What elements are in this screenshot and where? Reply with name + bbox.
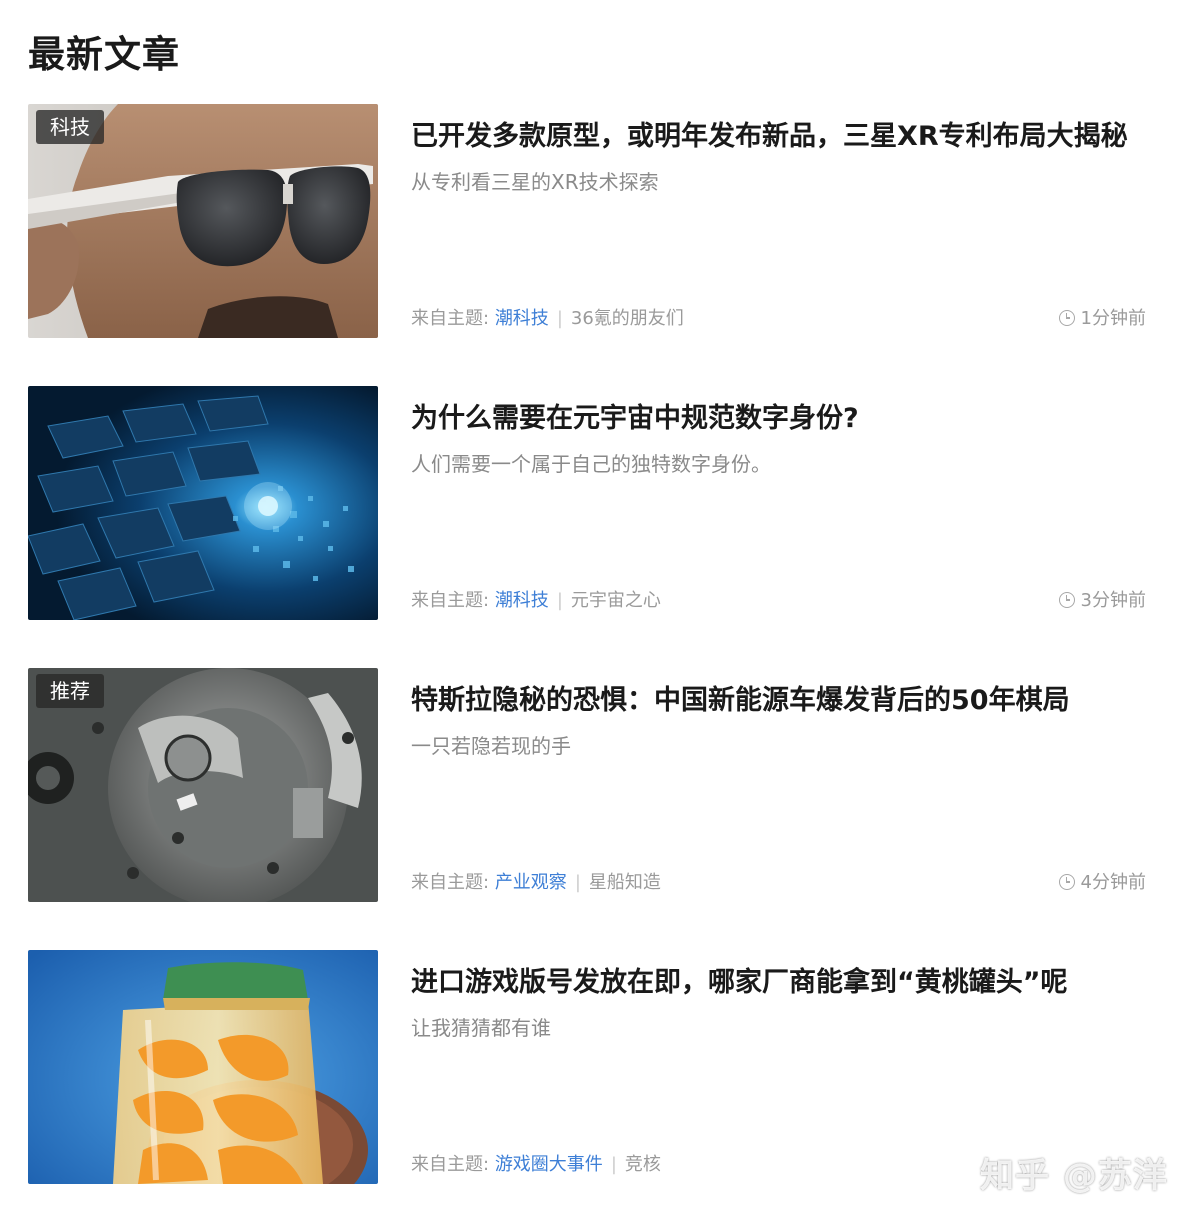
article-thumbnail[interactable]	[28, 950, 378, 1184]
meta-divider: |	[556, 590, 563, 611]
article-subtitle: 一只若隐若现的手	[411, 734, 571, 758]
article-subtitle: 让我猜猜都有谁	[411, 1016, 551, 1040]
topic-link[interactable]: 产业观察	[495, 872, 567, 893]
article-content: 特斯拉隐秘的恐惧：中国新能源车爆发背后的50年棋局 一只若隐若现的手 来自主题:…	[411, 668, 1146, 902]
peach-jar-image	[28, 950, 378, 1184]
topic-link[interactable]: 游戏圈大事件	[495, 1154, 603, 1175]
author-link[interactable]: 元宇宙之心	[571, 590, 661, 611]
meta-label: 来自主题:	[411, 308, 490, 329]
article-thumbnail[interactable]: 推荐	[28, 668, 378, 902]
article-content: 为什么需要在元宇宙中规范数字身份? 人们需要一个属于自己的独特数字身份。 来自主…	[411, 386, 1146, 620]
meta-divider: |	[556, 308, 563, 329]
meta-label: 来自主题:	[411, 590, 490, 611]
latest-articles-page: 最新文章 科技 已开发多款原型，或明年发布新品，三星XR专利布局大揭秘 从专利看…	[0, 0, 1200, 1223]
article-tag: 推荐	[36, 674, 104, 708]
zhihu-watermark: 知乎 @苏洋	[980, 1156, 1168, 1196]
meta-divider: |	[610, 1154, 617, 1175]
article-card[interactable]: 进口游戏版号发放在即，哪家厂商能拿到“黄桃罐头”呢 让我猜猜都有谁 来自主题: …	[28, 950, 1146, 1184]
article-title[interactable]: 为什么需要在元宇宙中规范数字身份?	[411, 398, 1146, 439]
article-card[interactable]: 科技 已开发多款原型，或明年发布新品，三星XR专利布局大揭秘 从专利看三星的XR…	[28, 104, 1146, 338]
time-text: 3分钟前	[1080, 590, 1146, 611]
article-time: 3分钟前	[1058, 587, 1146, 615]
blue-chip-keyboard-image	[28, 386, 378, 620]
article-card[interactable]: 推荐 特斯拉隐秘的恐惧：中国新能源车爆发背后的50年棋局 一只若隐若现的手 来自…	[28, 668, 1146, 902]
author-link[interactable]: 竞核	[625, 1154, 661, 1175]
article-content: 已开发多款原型，或明年发布新品，三星XR专利布局大揭秘 从专利看三星的XR技术探…	[411, 104, 1146, 338]
topic-link[interactable]: 潮科技	[495, 308, 549, 329]
article-title[interactable]: 已开发多款原型，或明年发布新品，三星XR专利布局大揭秘	[411, 116, 1146, 157]
article-meta: 来自主题: 潮科技 | 36氪的朋友们 1分钟前	[411, 305, 1146, 333]
time-text: 1分钟前	[1080, 308, 1146, 329]
article-time: 1分钟前	[1058, 305, 1146, 333]
clock-icon	[1058, 874, 1075, 890]
article-title[interactable]: 特斯拉隐秘的恐惧：中国新能源车爆发背后的50年棋局	[411, 680, 1146, 721]
time-text: 4分钟前	[1080, 872, 1146, 893]
article-subtitle: 从专利看三星的XR技术探索	[411, 170, 659, 194]
article-meta: 来自主题: 潮科技 | 元宇宙之心 3分钟前	[411, 587, 1146, 615]
section-title: 最新文章	[28, 33, 180, 76]
article-subtitle: 人们需要一个属于自己的独特数字身份。	[411, 452, 771, 476]
clock-icon	[1058, 310, 1075, 326]
clock-icon	[1058, 592, 1075, 608]
article-tag: 科技	[36, 110, 104, 144]
author-link[interactable]: 36氪的朋友们	[571, 308, 684, 329]
article-time: 4分钟前	[1058, 869, 1146, 897]
meta-label: 来自主题:	[411, 872, 490, 893]
article-thumbnail[interactable]	[28, 386, 378, 620]
article-thumbnail[interactable]: 科技	[28, 104, 378, 338]
meta-divider: |	[574, 872, 581, 893]
topic-link[interactable]: 潮科技	[495, 590, 549, 611]
meta-label: 来自主题:	[411, 1154, 490, 1175]
article-card[interactable]: 为什么需要在元宇宙中规范数字身份? 人们需要一个属于自己的独特数字身份。 来自主…	[28, 386, 1146, 620]
article-title[interactable]: 进口游戏版号发放在即，哪家厂商能拿到“黄桃罐头”呢	[411, 962, 1146, 1003]
author-link[interactable]: 星船知造	[589, 872, 661, 893]
article-meta: 来自主题: 产业观察 | 星船知造 4分钟前	[411, 869, 1146, 897]
